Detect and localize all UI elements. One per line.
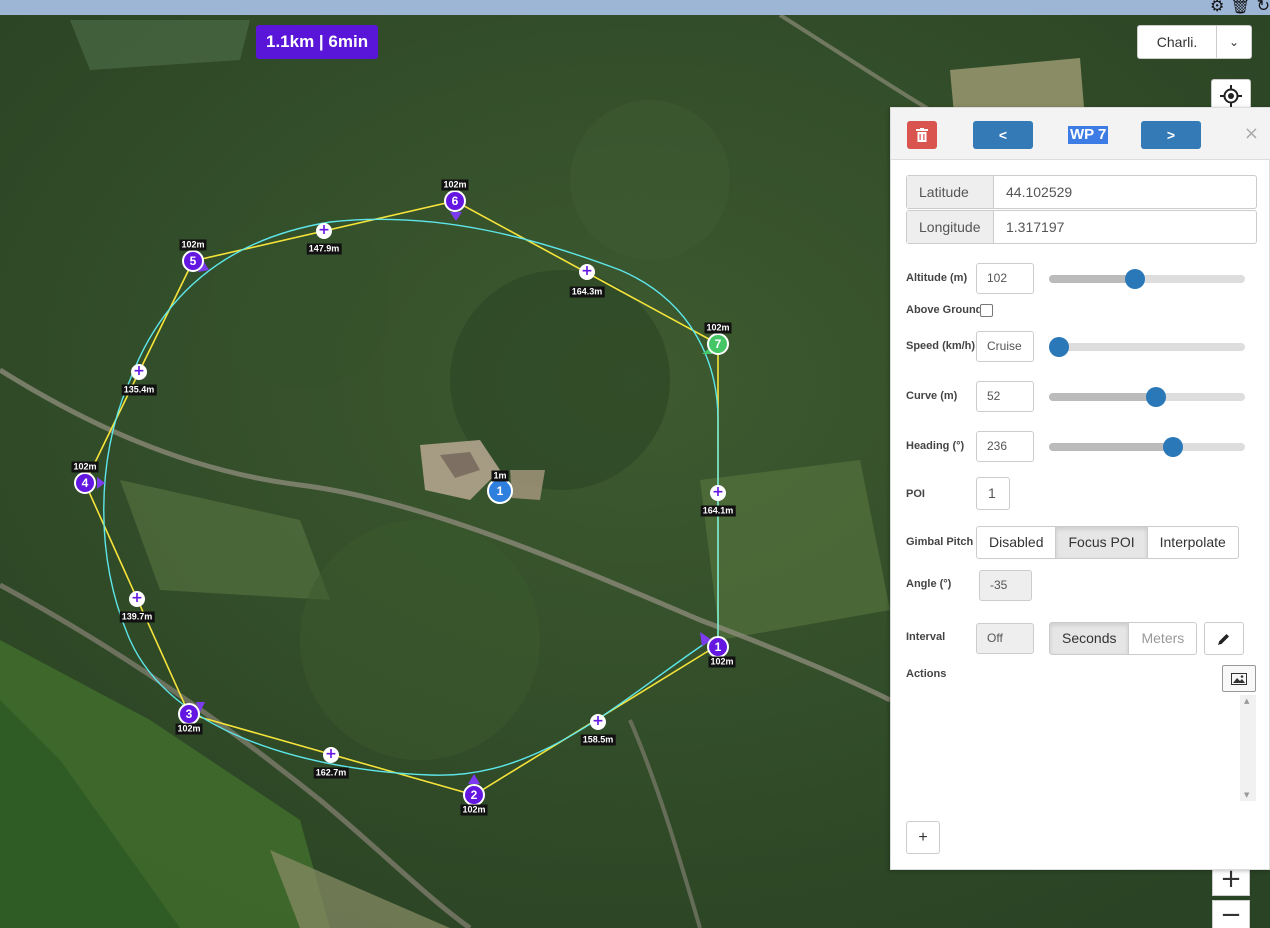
waypoint-marker[interactable]: 2 xyxy=(463,784,485,806)
poi-label: POI xyxy=(906,488,925,500)
waypoint-marker[interactable]: 6 xyxy=(444,190,466,212)
refresh-icon[interactable]: ↻ xyxy=(1257,0,1270,15)
add-action-button[interactable]: + xyxy=(906,821,940,854)
angle-input[interactable]: -35 xyxy=(979,570,1032,601)
gimbal-pitch-label: Gimbal Pitch xyxy=(906,536,974,548)
interval-label: Interval xyxy=(906,631,946,643)
heading-slider-fill xyxy=(1049,443,1177,451)
mission-stats-badge: 1.1km | 6min xyxy=(256,25,379,59)
segment-distance-label: 162.7m xyxy=(313,767,349,779)
top-bar: ⚙ 🗑 ↻ xyxy=(0,0,1270,15)
heading-slider[interactable] xyxy=(1049,437,1245,457)
curve-label: Curve (m) xyxy=(906,390,958,402)
segment-distance-label: 164.3m xyxy=(569,286,605,298)
top-bar-icons: ⚙ 🗑 ↻ xyxy=(1210,0,1270,15)
trash-icon xyxy=(916,128,928,142)
curve-slider[interactable] xyxy=(1049,387,1245,407)
previous-waypoint-button[interactable]: < xyxy=(973,121,1033,149)
image-icon xyxy=(1231,672,1247,685)
latitude-field: Latitude 44.102529 xyxy=(906,175,1257,209)
heading-label: Heading (°) xyxy=(906,440,965,452)
next-waypoint-button[interactable]: > xyxy=(1141,121,1201,149)
speed-input[interactable]: Cruise xyxy=(976,331,1034,362)
interval-seconds-option[interactable]: Seconds xyxy=(1050,623,1130,654)
altitude-slider[interactable] xyxy=(1049,269,1245,289)
segment-distance-label: 147.9m xyxy=(306,243,342,255)
segment-add-point[interactable]: + xyxy=(129,591,145,607)
pencil-icon xyxy=(1218,633,1229,645)
segment-add-point[interactable]: + xyxy=(710,485,726,501)
waypoint-altitude-label: 102m xyxy=(708,656,736,668)
curve-slider-fill xyxy=(1049,393,1157,401)
curve-input[interactable]: 52 xyxy=(976,381,1034,412)
interval-meters-option[interactable]: Meters xyxy=(1129,623,1196,654)
actions-label: Actions xyxy=(906,668,947,680)
edit-interval-button[interactable] xyxy=(1204,622,1244,655)
altitude-slider-handle[interactable] xyxy=(1124,269,1145,289)
waypoint-altitude-label: 102m xyxy=(175,723,203,735)
segment-add-point[interactable]: + xyxy=(579,264,595,280)
altitude-slider-fill xyxy=(1049,275,1134,283)
waypoint-title: WP 7 xyxy=(1068,126,1109,144)
segment-distance-label: 158.5m xyxy=(580,734,616,746)
crosshair-icon xyxy=(1220,85,1242,107)
gimbal-focus-poi-option[interactable]: Focus POI xyxy=(1056,527,1148,558)
waypoint-marker-active[interactable]: 7 xyxy=(707,333,729,355)
gimbal-interpolate-option[interactable]: Interpolate xyxy=(1148,527,1238,558)
longitude-label: Longitude xyxy=(907,211,994,243)
poi-input[interactable]: 1 xyxy=(976,477,1010,510)
longitude-field: Longitude 1.317197 xyxy=(906,210,1257,244)
heading-input[interactable]: 236 xyxy=(976,431,1034,462)
curve-slider-handle[interactable] xyxy=(1145,387,1166,407)
poi-altitude-label: 1m xyxy=(491,470,509,482)
poi-marker[interactable]: 1 xyxy=(487,478,513,504)
chevron-down-icon[interactable]: ⌄ xyxy=(1217,26,1251,58)
waypoint-altitude-label: 102m xyxy=(460,804,488,816)
waypoint-marker[interactable]: 1 xyxy=(707,636,729,658)
close-icon[interactable]: × xyxy=(1244,123,1259,144)
zoom-out-button[interactable]: − xyxy=(1212,900,1250,928)
gear-icon[interactable]: ⚙ xyxy=(1210,0,1224,15)
speed-slider-handle[interactable] xyxy=(1049,337,1069,357)
add-photo-action-button[interactable] xyxy=(1222,665,1256,692)
waypoint-altitude-label: 102m xyxy=(704,322,732,334)
waypoint-altitude-label: 102m xyxy=(71,461,99,473)
segment-add-point[interactable]: + xyxy=(316,223,332,239)
waypoint-panel: < WP 7 > × Latitude 44.102529 Longitude … xyxy=(890,107,1270,870)
gimbal-disabled-option[interactable]: Disabled xyxy=(977,527,1057,558)
speed-label: Speed (km/h) xyxy=(906,340,976,352)
longitude-input[interactable]: 1.317197 xyxy=(994,211,1256,243)
gimbal-pitch-options: Disabled Focus POI Interpolate xyxy=(976,526,1239,559)
segment-add-point[interactable]: + xyxy=(323,747,339,763)
segment-distance-label: 139.7m xyxy=(119,611,155,623)
segment-distance-label: 164.1m xyxy=(700,505,736,517)
above-ground-label: Above Ground xyxy=(906,304,983,316)
angle-label: Angle (°) xyxy=(906,578,952,590)
latitude-label: Latitude xyxy=(907,176,994,208)
actions-scrollbar[interactable]: ▲ ▼ xyxy=(1240,695,1256,801)
trash-icon[interactable]: 🗑 xyxy=(1230,0,1250,15)
segment-add-point[interactable]: + xyxy=(131,364,147,380)
altitude-label: Altitude (m) xyxy=(906,272,968,284)
waypoint-marker[interactable]: 5 xyxy=(182,250,204,272)
heading-slider-handle[interactable] xyxy=(1163,437,1184,457)
delete-waypoint-button[interactable] xyxy=(907,121,937,149)
waypoint-altitude-label: 102m xyxy=(179,239,207,251)
drone-select-value[interactable]: Charli. xyxy=(1138,26,1217,58)
waypoint-marker[interactable]: 3 xyxy=(178,703,200,725)
speed-slider[interactable] xyxy=(1049,337,1245,357)
latitude-input[interactable]: 44.102529 xyxy=(994,176,1256,208)
waypoint-altitude-label: 102m xyxy=(441,179,469,191)
interval-input[interactable]: Off xyxy=(976,623,1034,654)
segment-distance-label: 135.4m xyxy=(121,384,157,396)
waypoint-marker[interactable]: 4 xyxy=(74,472,96,494)
altitude-input[interactable]: 102 xyxy=(976,263,1034,294)
drone-select[interactable]: Charli. ⌄ xyxy=(1137,25,1252,59)
panel-header: < WP 7 > × xyxy=(891,108,1270,160)
scroll-up-icon[interactable]: ▲ xyxy=(1244,697,1249,705)
interval-unit-options: Seconds Meters xyxy=(1049,622,1198,655)
segment-add-point[interactable]: + xyxy=(590,714,606,730)
scroll-down-icon[interactable]: ▼ xyxy=(1244,791,1249,799)
above-ground-checkbox[interactable] xyxy=(980,304,993,317)
